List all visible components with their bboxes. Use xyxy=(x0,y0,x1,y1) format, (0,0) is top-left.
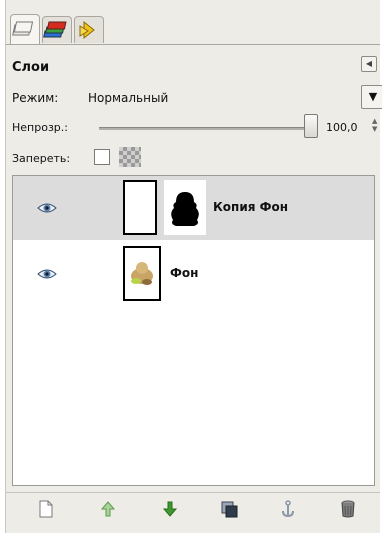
lower-layer-icon xyxy=(162,501,178,517)
new-layer-button[interactable] xyxy=(36,499,56,519)
layers-dialog: Слои ◀ Режим: Нормальный ▼ Непрозр.: 100… xyxy=(5,0,382,533)
layer-row[interactable]: Фон xyxy=(13,242,374,306)
opacity-slider-handle[interactable] xyxy=(304,114,318,138)
duplicate-layer-button[interactable] xyxy=(219,499,239,519)
chevron-down-icon: ▼ xyxy=(368,90,378,103)
eye-icon[interactable] xyxy=(37,267,57,281)
lock-label: Запереть: xyxy=(12,152,71,165)
delete-layer-button[interactable] xyxy=(338,499,358,519)
tabs-divider xyxy=(6,44,380,45)
photo-thumbnail-icon xyxy=(131,262,153,285)
panel-menu-button[interactable]: ◀ xyxy=(361,56,377,72)
lock-pixels-checkbox[interactable] xyxy=(94,149,110,165)
undo-history-icon xyxy=(79,20,95,40)
tab-undo-history[interactable] xyxy=(74,16,104,43)
opacity-value[interactable]: 100,0 xyxy=(326,121,358,134)
opacity-label: Непрозр.: xyxy=(12,121,68,134)
triangle-left-icon: ◀ xyxy=(365,59,373,68)
duplicate-layer-icon xyxy=(221,501,238,518)
toolbar-divider xyxy=(6,492,380,493)
layer-row[interactable]: Копия Фон xyxy=(13,176,374,240)
lock-alpha-icon[interactable] xyxy=(119,147,141,167)
anchor-layer-button[interactable] xyxy=(278,499,298,519)
tab-channels[interactable] xyxy=(42,16,72,43)
new-layer-icon xyxy=(39,500,53,518)
layers-icon xyxy=(12,21,34,36)
layer-list[interactable]: Копия Фон Фон xyxy=(12,175,375,486)
layer-thumbnail[interactable] xyxy=(123,246,161,301)
layer-thumbnail[interactable] xyxy=(123,180,157,235)
layer-mask-thumbnail[interactable] xyxy=(164,180,206,235)
channels-icon xyxy=(43,21,67,38)
raise-layer-button[interactable] xyxy=(98,499,118,519)
eye-icon[interactable] xyxy=(37,201,57,215)
layer-name[interactable]: Фон xyxy=(170,266,198,280)
silhouette-icon xyxy=(171,192,199,226)
delete-layer-icon xyxy=(341,500,355,518)
mode-select-value[interactable]: Нормальный xyxy=(88,91,168,105)
raise-layer-icon xyxy=(100,501,116,517)
tab-layers[interactable] xyxy=(10,14,40,44)
dock-tabs xyxy=(6,14,380,44)
opacity-slider-track[interactable] xyxy=(99,127,311,130)
lower-layer-button[interactable] xyxy=(160,499,180,519)
mode-label: Режим: xyxy=(12,91,59,105)
opacity-spin-buttons[interactable]: ▲ ▼ xyxy=(372,117,380,135)
mode-dropdown-button[interactable]: ▼ xyxy=(361,85,382,109)
panel-title: Слои xyxy=(12,60,50,75)
layer-name[interactable]: Копия Фон xyxy=(213,200,288,214)
anchor-layer-icon xyxy=(282,500,294,518)
layers-toolbar xyxy=(6,496,380,522)
